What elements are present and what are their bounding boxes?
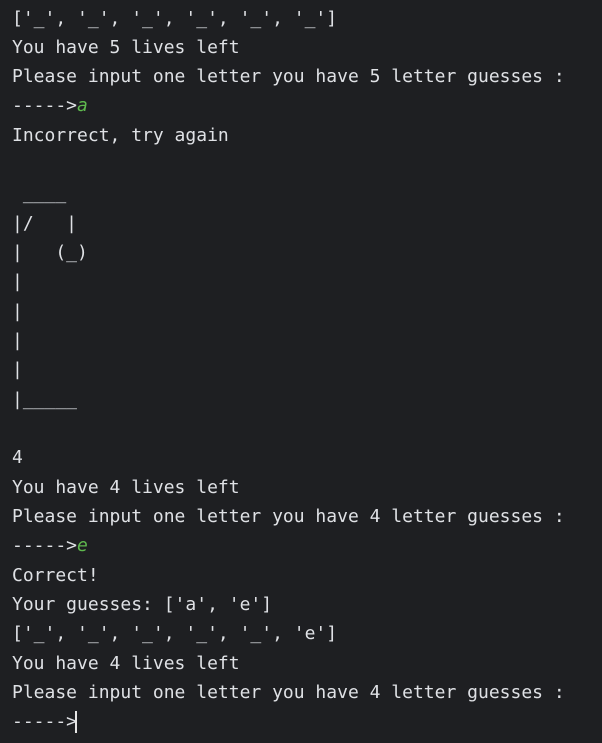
console-line: Correct! [12,565,99,586]
console-line: ['_', '_', '_', '_', '_', '_'] [12,8,338,29]
hangman-art-line: ____ [12,183,67,204]
console-prompt: -----> [12,535,78,556]
hangman-art-line: | [12,359,23,380]
console-input-line: ----->a [12,94,88,118]
hangman-art-line: | (_) [12,242,88,263]
console-input-line: ----->e [12,534,88,558]
hangman-art-line: |_____ [12,389,78,410]
console-active-input-line[interactable]: -----> [12,710,77,734]
console-line: You have 4 lives left [12,477,240,498]
console-line: Please input one letter you have 4 lette… [12,506,565,527]
console-line: 4 [12,447,23,468]
hangman-art-line: | [12,301,23,322]
console-prompt: -----> [12,711,78,732]
console-line: You have 5 lives left [12,37,240,58]
console-line: ['_', '_', '_', '_', '_', 'e'] [12,623,338,644]
console-line: Please input one letter you have 5 lette… [12,66,565,87]
console-user-input: e [77,535,88,556]
console-line: Incorrect, try again [12,125,229,146]
run-console-output[interactable]: ['_', '_', '_', '_', '_', '_'] You have … [0,0,602,743]
console-line: Your guesses: ['a', 'e'] [12,594,273,615]
hangman-art-line: | [12,330,23,351]
text-caret [75,711,77,733]
console-line: Please input one letter you have 4 lette… [12,682,565,703]
hangman-art-line: |/ | [12,213,78,234]
console-user-input: a [77,95,88,116]
hangman-art-line: | [12,271,23,292]
console-line: You have 4 lives left [12,653,240,674]
console-prompt: -----> [12,95,78,116]
